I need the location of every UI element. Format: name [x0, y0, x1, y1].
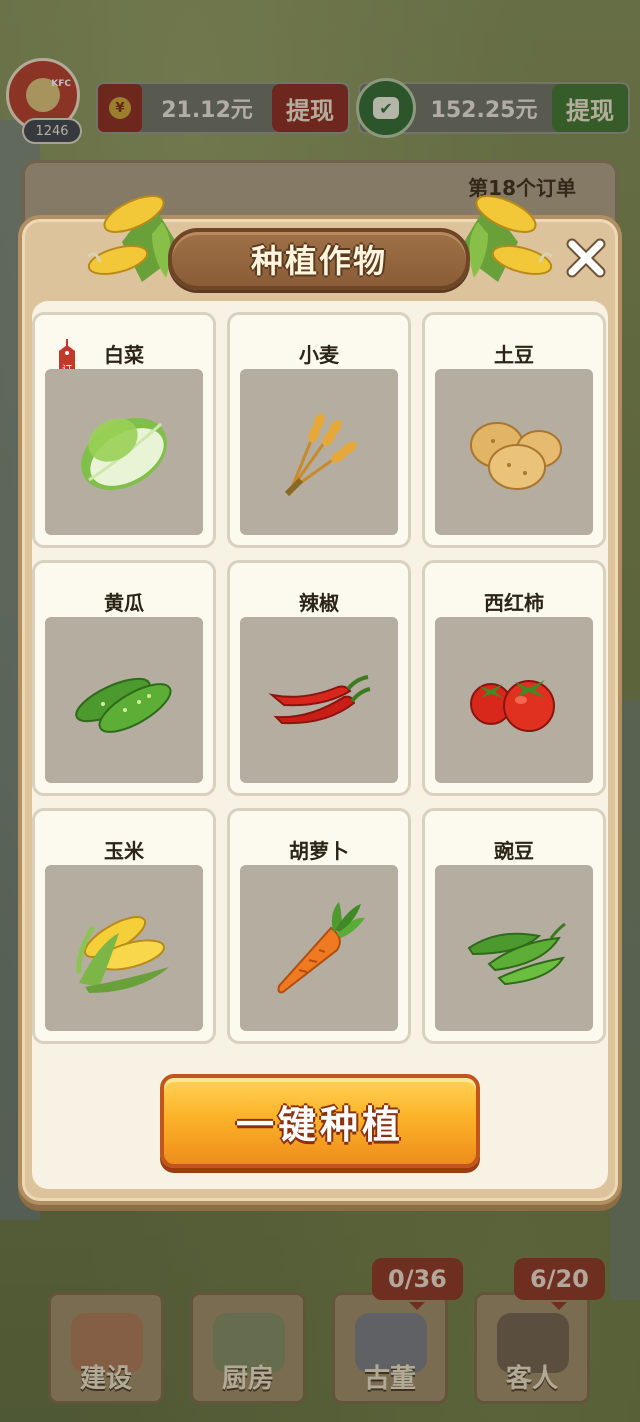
wheat-icon [284, 413, 357, 497]
crop-art [435, 369, 593, 535]
corn-icon [76, 916, 169, 993]
crop-card-potato[interactable]: 土豆 [422, 312, 606, 548]
plant-all-label: 一键种植 [235, 1102, 404, 1147]
crop-art [240, 617, 398, 783]
crop-card-cucumber[interactable]: 黄瓜 [32, 560, 216, 796]
crop-name: 小麦 [299, 343, 339, 367]
crop-card-cabbage[interactable]: 白菜 订 单 [32, 312, 216, 548]
napa-cabbage-icon [81, 417, 167, 491]
crop-name: 西红柿 [484, 591, 544, 615]
crop-name: 玉米 [104, 839, 144, 863]
dialog-title-plaque: 种植作物 [168, 228, 470, 290]
crop-card-pea[interactable]: 豌豆 [422, 808, 606, 1044]
crop-card-carrot[interactable]: 胡萝卜 [227, 808, 411, 1044]
crop-name: 土豆 [494, 343, 534, 367]
crop-card-corn[interactable]: 玉米 [32, 808, 216, 1044]
pea-pod-icon [467, 922, 566, 986]
potato-icon [470, 422, 562, 490]
crop-card-tomato[interactable]: 西红柿 [422, 560, 606, 796]
crop-name: 辣椒 [299, 591, 339, 615]
crop-card-chili[interactable]: 辣椒 [227, 560, 411, 796]
chili-pepper-icon [268, 675, 371, 725]
crop-art [240, 369, 398, 535]
crop-name: 黄瓜 [104, 591, 144, 615]
crop-art [240, 865, 398, 1031]
dialog-title: 种植作物 [250, 242, 387, 280]
crop-name: 豌豆 [494, 839, 534, 863]
crop-art [45, 617, 203, 783]
close-icon[interactable] [566, 238, 606, 278]
plant-all-button[interactable]: 一键种植 [160, 1074, 480, 1168]
crop-art [45, 369, 203, 535]
crop-art [435, 865, 593, 1031]
crop-name: 胡萝卜 [289, 839, 349, 863]
carrot-icon [277, 902, 365, 994]
crop-art [435, 617, 593, 783]
crop-card-wheat[interactable]: 小麦 [227, 312, 411, 548]
crop-art [45, 865, 203, 1031]
cucumber-icon [75, 677, 172, 733]
tomato-icon [470, 680, 555, 732]
